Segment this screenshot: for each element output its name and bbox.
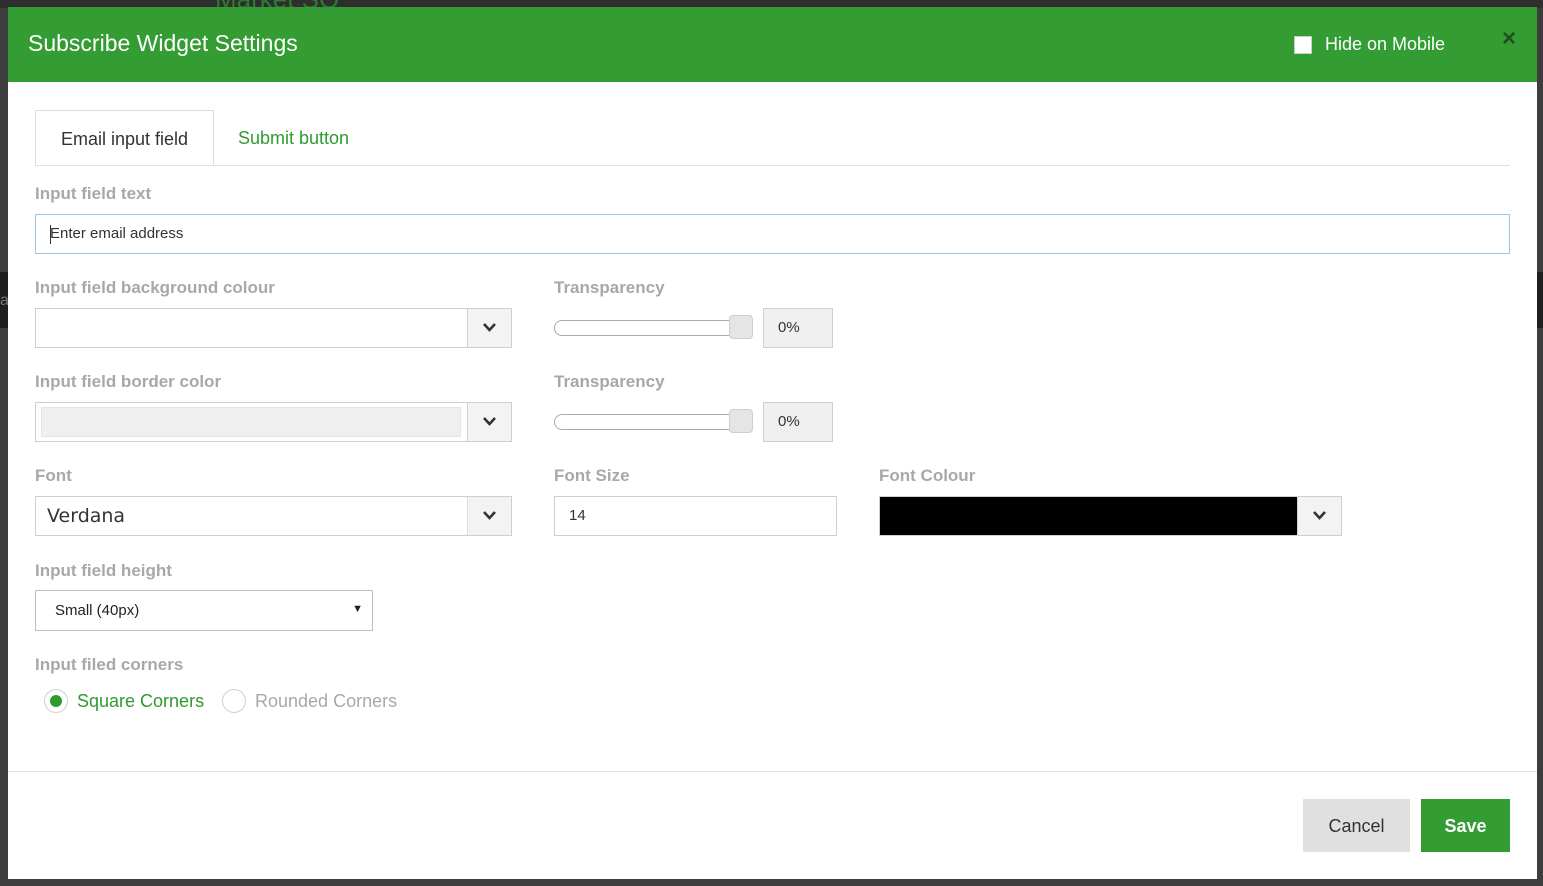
bg-transparency-label: Transparency [554, 278, 665, 297]
bg-colour-dropdown-button[interactable] [467, 309, 511, 347]
hide-on-mobile-label: Hide on Mobile [1325, 34, 1446, 54]
border-color-label: Input field border color [35, 372, 222, 391]
input-field-text-value: Enter email address [50, 225, 184, 242]
font-select[interactable]: Verdana [35, 496, 512, 536]
dialog-title: Subscribe Widget Settings [28, 30, 298, 56]
dialog-header: Subscribe Widget Settings Hide on Mobile… [8, 7, 1537, 82]
hide-on-mobile-checkbox[interactable] [1294, 35, 1312, 54]
font-label: Font [35, 466, 72, 485]
slider-handle[interactable] [729, 315, 753, 339]
input-field-text-input[interactable]: Enter email address [35, 214, 1510, 254]
input-corners-label: Input filed corners [35, 655, 184, 674]
radio-rounded-corners-label: Rounded Corners [255, 690, 398, 711]
radio-rounded-corners[interactable]: Rounded Corners [222, 689, 397, 713]
font-colour-swatch [880, 497, 1297, 535]
chevron-down-icon [483, 323, 496, 332]
input-field-text-label: Input field text [35, 184, 152, 203]
close-icon[interactable]: × [1498, 27, 1520, 51]
input-height-value: Small (40px) [55, 602, 140, 619]
bg-transparency-value[interactable]: 0% [763, 308, 833, 348]
font-colour-dropdown-button[interactable] [1297, 497, 1341, 535]
text-caret [50, 225, 51, 244]
border-color-select[interactable] [35, 402, 512, 442]
chevron-down-icon [483, 511, 496, 520]
cancel-button[interactable]: Cancel [1303, 799, 1410, 852]
radio-square-corners[interactable]: Square Corners [44, 689, 204, 713]
font-size-input[interactable]: 14 [554, 496, 837, 536]
tabs-divider [35, 165, 1510, 166]
slider-track [554, 320, 741, 336]
chevron-down-icon [483, 417, 496, 426]
bg-colour-select[interactable] [35, 308, 512, 348]
save-button[interactable]: Save [1421, 799, 1510, 852]
font-size-label: Font Size [554, 466, 630, 485]
border-color-swatch [41, 407, 461, 437]
bg-transparency-slider[interactable] [554, 315, 753, 341]
input-height-label: Input field height [35, 561, 172, 580]
bg-colour-label: Input field background colour [35, 278, 275, 297]
border-transparency-label: Transparency [554, 372, 665, 391]
font-colour-label: Font Colour [879, 466, 976, 485]
border-color-dropdown-button[interactable] [467, 403, 511, 441]
font-colour-select[interactable] [879, 496, 1342, 536]
input-height-select[interactable]: Small (40px) ▼ [35, 590, 373, 631]
radio-rounded-corners-button[interactable] [222, 689, 246, 713]
slider-track [554, 414, 741, 430]
triangle-down-icon: ▼ [352, 603, 363, 615]
chevron-down-icon [1313, 511, 1326, 520]
hide-on-mobile-toggle[interactable]: Hide on Mobile [1294, 34, 1445, 55]
footer-divider [8, 771, 1537, 772]
font-dropdown-button[interactable] [467, 497, 511, 535]
tab-submit-button[interactable]: Submit button [238, 110, 349, 166]
border-transparency-slider[interactable] [554, 409, 753, 435]
font-value: Verdana [47, 505, 126, 527]
subscribe-widget-settings-dialog: Subscribe Widget Settings Hide on Mobile… [8, 7, 1537, 879]
tab-email-input-field[interactable]: Email input field [35, 110, 214, 166]
slider-handle[interactable] [729, 409, 753, 433]
border-transparency-value[interactable]: 0% [763, 402, 833, 442]
radio-square-corners-label: Square Corners [77, 690, 205, 711]
radio-square-corners-button[interactable] [44, 689, 68, 713]
